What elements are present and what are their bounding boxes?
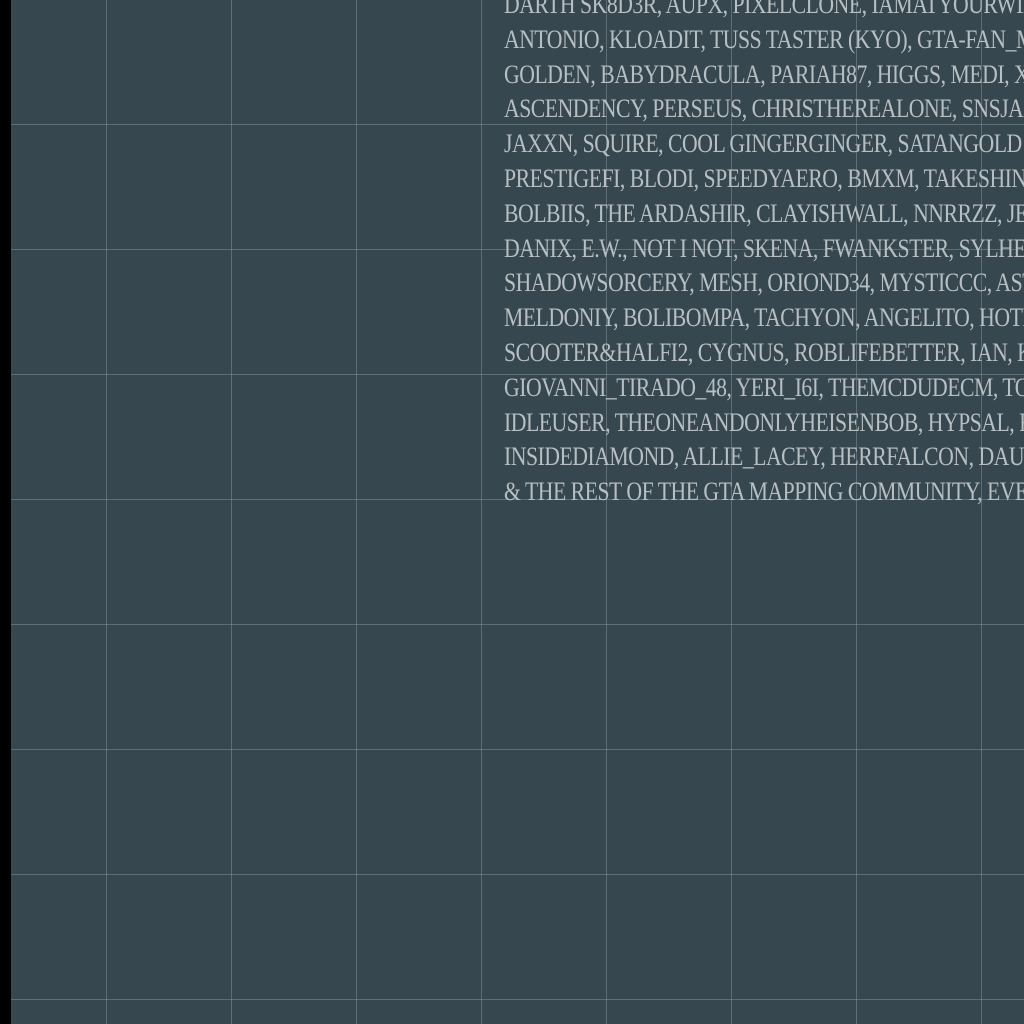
credits-line: DANIX, E.W., NOT I NOT, SKENA, FWANKSTER… [504,232,1024,263]
credits-line: INSIDEDIAMOND, ALLIE_LACEY, HERRFALCON, … [504,441,1024,472]
credits-line: MELDONIY, BOLIBOMPA, TACHYON, ANGELITO, … [504,302,1024,333]
credits-list: DARTH SK8D3R, AUPX, PIXELCLONE, IAMATYOU… [504,0,1024,509]
map-canvas[interactable]: DARTH SK8D3R, AUPX, PIXELCLONE, IAMATYOU… [11,0,1024,1024]
credits-line: SHADOWSORCERY, MESH, ORIOND34, MYSTICCC,… [504,267,1024,298]
window-edge [0,0,11,1024]
credits-line: IDLEUSER, THEONEANDONLYHEISENBOB, HYPSAL… [504,406,1024,437]
credits-line: ANTONIO, KLOADIT, TUSS TASTER (KYO), GTA… [504,23,1024,54]
credits-line: GOLDEN, BABYDRACULA, PARIAH87, HIGGS, ME… [504,58,1024,89]
credits-line: SCOOTER&HALFI2, CYGNUS, ROBLIFEBETTER, I… [504,336,1024,367]
credits-line: DARTH SK8D3R, AUPX, PIXELCLONE, IAMATYOU… [504,0,1024,19]
credits-line: & THE REST OF THE GTA MAPPING COMMUNITY,… [504,476,1024,507]
credits-line: JAXXN, SQUIRE, COOL GINGERGINGER, SATANG… [504,128,1024,159]
credits-line: PRESTIGEFI, BLODI, SPEEDYAERO, BMXM, TAK… [504,162,1024,193]
credits-line: ASCENDENCY, PERSEUS, CHRISTHEREALONE, SN… [504,93,1024,124]
map-viewport[interactable]: DARTH SK8D3R, AUPX, PIXELCLONE, IAMATYOU… [0,0,1024,1024]
credits-line: GIOVANNI_TIRADO_48, YERI_I6I, THEMCDUDEC… [504,371,1024,402]
credits-line: BOLBIIS, THE ARDASHIR, CLAYISHWALL, NNRR… [504,197,1024,228]
